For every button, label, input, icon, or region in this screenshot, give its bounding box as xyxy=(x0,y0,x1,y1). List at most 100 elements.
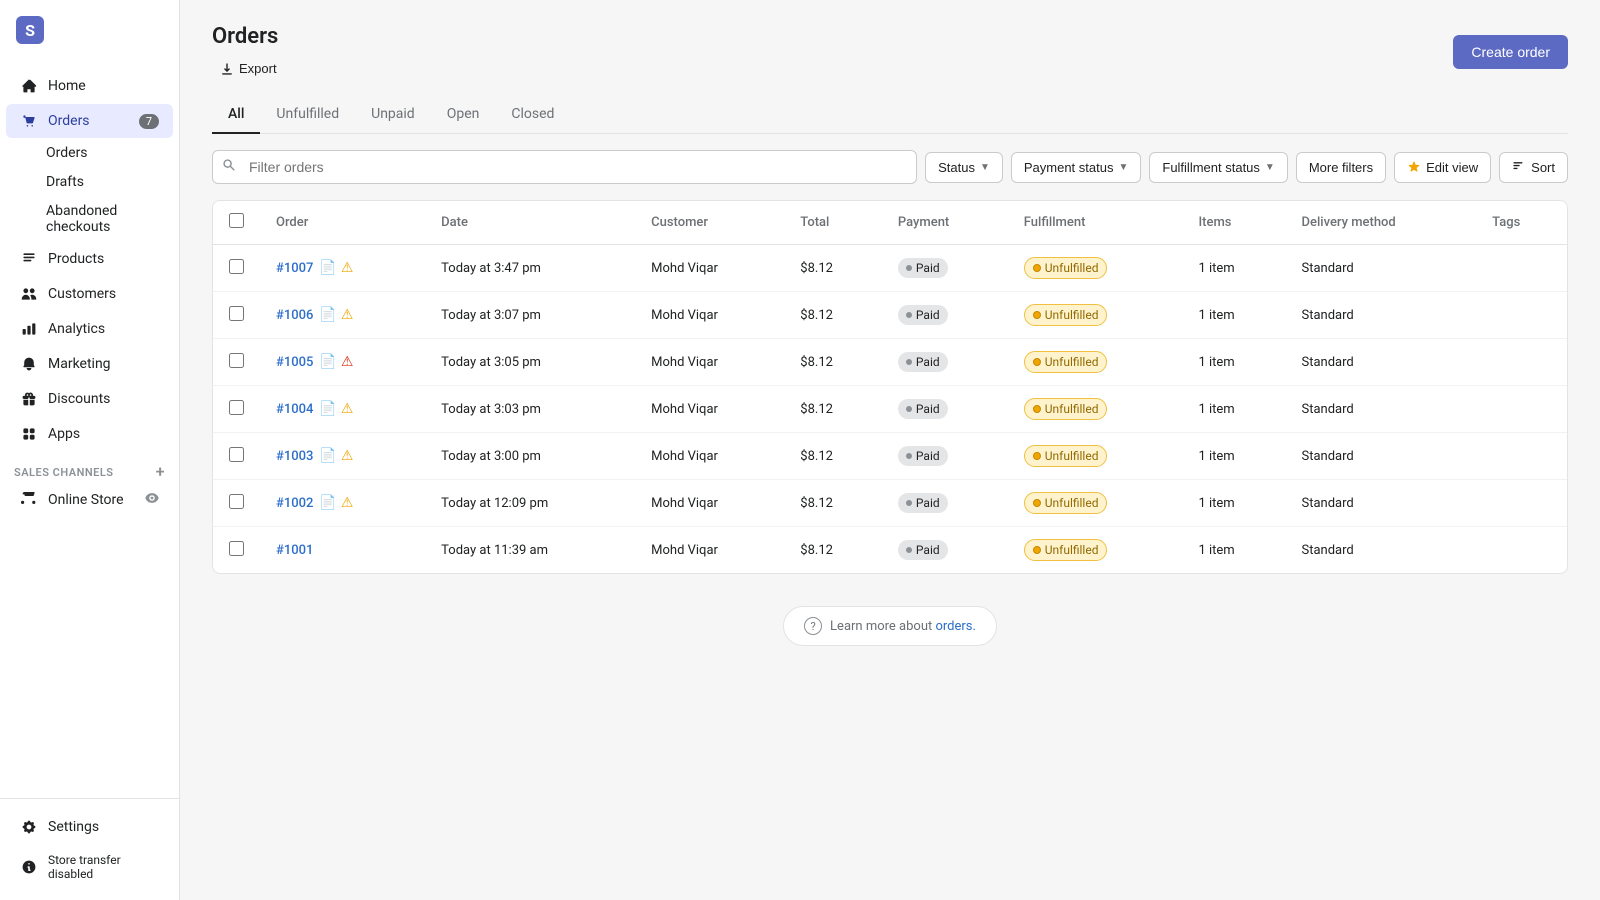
order-date: Today at 11:39 am xyxy=(425,527,635,574)
logo-icon: S xyxy=(16,16,44,44)
search-input[interactable] xyxy=(212,150,917,184)
order-link[interactable]: #1002 xyxy=(276,496,313,511)
more-filters-button[interactable]: More filters xyxy=(1296,152,1386,183)
order-items: 1 item xyxy=(1182,433,1285,480)
tab-open[interactable]: Open xyxy=(431,96,496,134)
order-total: $8.12 xyxy=(784,339,882,386)
sidebar-item-discounts-label: Discounts xyxy=(48,391,110,407)
sidebar-subitem-drafts[interactable]: Drafts xyxy=(6,168,173,196)
order-items: 1 item xyxy=(1182,386,1285,433)
sidebar-item-discounts[interactable]: Discounts xyxy=(6,382,173,416)
learn-more-link[interactable]: orders. xyxy=(935,619,975,634)
sidebar-item-home[interactable]: Home xyxy=(6,69,173,103)
payment-badge: Paid xyxy=(898,399,948,419)
warn-icon: ⚠ xyxy=(341,495,354,511)
learn-more-box: ? Learn more about orders. xyxy=(783,606,997,646)
row-checkbox[interactable] xyxy=(229,400,244,415)
warn-icon: ⚠ xyxy=(341,401,354,417)
payment-badge: Paid xyxy=(898,258,948,278)
sidebar-item-settings[interactable]: Settings xyxy=(6,810,173,844)
main-content: Orders Export Create order All Unfulfill… xyxy=(180,0,1600,900)
col-order: Order xyxy=(260,201,425,245)
fulfillment-badge: Unfulfilled xyxy=(1024,539,1108,561)
edit-view-button[interactable]: Edit view xyxy=(1394,152,1491,183)
col-items: Items xyxy=(1182,201,1285,245)
row-checkbox[interactable] xyxy=(229,541,244,556)
sidebar-item-orders[interactable]: Orders 7 xyxy=(6,104,173,138)
order-date: Today at 3:03 pm xyxy=(425,386,635,433)
order-customer: Mohd Viqar xyxy=(635,433,784,480)
order-delivery: Standard xyxy=(1286,527,1477,574)
col-fulfillment: Fulfillment xyxy=(1008,201,1183,245)
order-link[interactable]: #1005 xyxy=(276,355,313,370)
warn-icon: ⚠ xyxy=(341,307,354,323)
apps-icon xyxy=(20,425,38,443)
online-store-icon xyxy=(20,491,38,509)
order-date: Today at 3:00 pm xyxy=(425,433,635,480)
payment-badge: Paid xyxy=(898,305,948,325)
order-total: $8.12 xyxy=(784,386,882,433)
col-delivery: Delivery method xyxy=(1286,201,1477,245)
order-date: Today at 3:05 pm xyxy=(425,339,635,386)
sidebar-item-store-transfer[interactable]: Store transfer disabled xyxy=(6,845,173,889)
page-header: Orders Export Create order xyxy=(212,24,1568,80)
order-link[interactable]: #1001 xyxy=(276,543,313,558)
select-all-checkbox[interactable] xyxy=(229,213,244,228)
row-checkbox[interactable] xyxy=(229,494,244,509)
order-delivery: Standard xyxy=(1286,433,1477,480)
home-icon xyxy=(20,77,38,95)
table-row: #1003 📄⚠ Today at 3:00 pmMohd Viqar$8.12… xyxy=(213,433,1567,480)
add-sales-channel-button[interactable]: + xyxy=(156,464,165,480)
order-items: 1 item xyxy=(1182,480,1285,527)
row-checkbox[interactable] xyxy=(229,447,244,462)
sort-button[interactable]: Sort xyxy=(1499,152,1568,183)
fulfillment-status-filter-button[interactable]: Fulfillment status ▼ xyxy=(1149,152,1287,183)
tab-unfulfilled[interactable]: Unfulfilled xyxy=(260,96,355,134)
settings-label: Settings xyxy=(48,819,99,835)
sidebar-item-online-store[interactable]: Online Store xyxy=(6,485,173,515)
status-filter-button[interactable]: Status ▼ xyxy=(925,152,1003,183)
order-link[interactable]: #1004 xyxy=(276,402,313,417)
sidebar-item-customers[interactable]: Customers xyxy=(6,277,173,311)
order-tags xyxy=(1476,339,1567,386)
sidebar-subitem-abandoned[interactable]: Abandoned checkouts xyxy=(6,197,173,241)
order-tags xyxy=(1476,386,1567,433)
doc-icon: 📄 xyxy=(319,307,336,323)
tab-all[interactable]: All xyxy=(212,96,260,134)
sidebar-subitem-orders[interactable]: Orders xyxy=(6,139,173,167)
order-link[interactable]: #1007 xyxy=(276,261,313,276)
order-total: $8.12 xyxy=(784,292,882,339)
order-link[interactable]: #1003 xyxy=(276,449,313,464)
order-customer: Mohd Viqar xyxy=(635,386,784,433)
export-button[interactable]: Export xyxy=(212,57,285,80)
row-checkbox[interactable] xyxy=(229,259,244,274)
eye-icon[interactable] xyxy=(145,491,159,509)
row-checkbox[interactable] xyxy=(229,306,244,321)
order-link[interactable]: #1006 xyxy=(276,308,313,323)
help-icon: ? xyxy=(804,617,822,635)
row-checkbox[interactable] xyxy=(229,353,244,368)
sidebar-item-products[interactable]: Products xyxy=(6,242,173,276)
table-row: #1004 📄⚠ Today at 3:03 pmMohd Viqar$8.12… xyxy=(213,386,1567,433)
sidebar-item-marketing[interactable]: Marketing xyxy=(6,347,173,381)
order-total: $8.12 xyxy=(784,480,882,527)
sidebar-nav: Home Orders 7 Orders Drafts Abandoned ch… xyxy=(0,60,179,798)
doc-icon: 📄 xyxy=(319,260,336,276)
payment-badge: Paid xyxy=(898,352,948,372)
warn-icon: ⚠ xyxy=(341,448,354,464)
products-icon xyxy=(20,250,38,268)
payment-badge: Paid xyxy=(898,540,948,560)
order-delivery: Standard xyxy=(1286,339,1477,386)
fulfillment-badge: Unfulfilled xyxy=(1024,304,1108,326)
order-total: $8.12 xyxy=(784,433,882,480)
tab-unpaid[interactable]: Unpaid xyxy=(355,96,431,134)
payment-status-filter-button[interactable]: Payment status ▼ xyxy=(1011,152,1142,183)
sidebar-item-analytics[interactable]: Analytics xyxy=(6,312,173,346)
fulfillment-badge: Unfulfilled xyxy=(1024,445,1108,467)
tab-closed[interactable]: Closed xyxy=(495,96,570,134)
sidebar-item-apps[interactable]: Apps xyxy=(6,417,173,451)
create-order-button[interactable]: Create order xyxy=(1453,35,1568,69)
order-customer: Mohd Viqar xyxy=(635,339,784,386)
sidebar-bottom: Settings Store transfer disabled xyxy=(0,798,179,900)
sidebar-item-orders-label: Orders xyxy=(48,113,90,129)
